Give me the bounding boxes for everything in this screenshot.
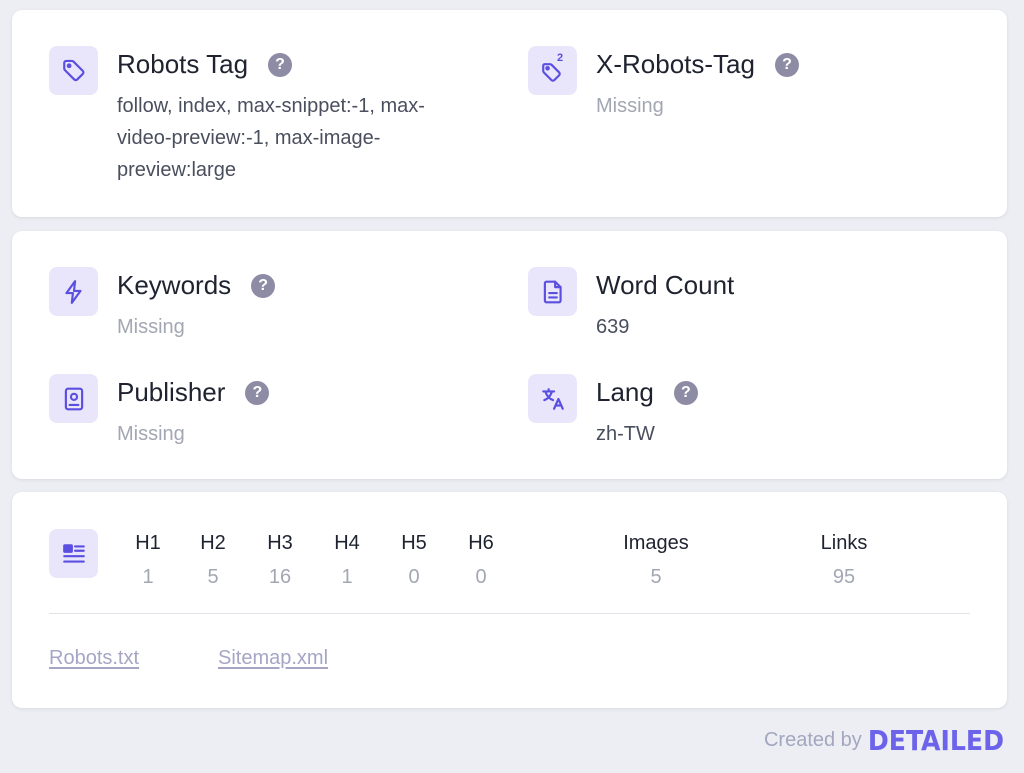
keywords-title: Keywords ?	[117, 270, 276, 301]
x-robots-tag-label: X-Robots-Tag	[596, 49, 755, 79]
document-icon	[528, 267, 577, 316]
publisher-label: Publisher	[117, 377, 226, 407]
word-count-title: Word Count	[596, 270, 734, 301]
lang-value: zh-TW	[596, 423, 655, 445]
headings-list-icon	[49, 529, 98, 578]
superscript-badge: 2	[557, 52, 564, 64]
robots-tag-value: follow, index, max-snippet:-1, max-video…	[117, 95, 425, 181]
robots-txt-link[interactable]: Robots.txt	[49, 647, 139, 670]
brand-logo[interactable]: DETAILED	[868, 724, 1004, 757]
help-icon[interactable]: ?	[673, 380, 698, 405]
tag-icon	[49, 46, 98, 95]
tag-superscript-icon: 2	[528, 46, 577, 95]
robots-tag-label: Robots Tag	[117, 49, 249, 79]
headings-card: H1 1 H2 5 H3 16 H4 1 H5 0 H6 0 Images 5 …	[12, 492, 1007, 708]
x-robots-tag-value: Missing	[596, 95, 664, 117]
stat-label: Links	[820, 532, 868, 554]
help-icon[interactable]: ?	[774, 52, 799, 77]
publisher-value: Missing	[117, 423, 185, 445]
translate-icon	[528, 374, 577, 423]
stat-value: 0	[475, 566, 487, 588]
keywords-value: Missing	[117, 316, 185, 338]
stat-label: Images	[623, 532, 689, 554]
lang-title: Lang ?	[596, 377, 698, 408]
keywords-label: Keywords	[117, 270, 232, 300]
help-icon[interactable]: ?	[245, 380, 270, 405]
sitemap-xml-link[interactable]: Sitemap.xml	[218, 647, 328, 670]
divider	[49, 613, 970, 614]
help-icon[interactable]: ?	[268, 52, 293, 77]
help-icon[interactable]: ?	[251, 273, 276, 298]
word-count-value: 639	[596, 316, 630, 338]
footer-credit: Created by DETAILED	[764, 724, 1004, 757]
contact-card-icon	[49, 374, 98, 423]
stat-images: Images 5	[606, 532, 706, 589]
created-by-text: Created by	[763, 729, 862, 751]
stat-label: H6	[468, 532, 494, 554]
bolt-icon	[49, 267, 98, 316]
publisher-title: Publisher ?	[117, 377, 270, 408]
stat-value: 95	[832, 566, 856, 588]
robots-tag-title: Robots Tag ?	[117, 49, 293, 80]
x-robots-tag-title: X-Robots-Tag ?	[596, 49, 799, 80]
robots-card: Robots Tag ? follow, index, max-snippet:…	[12, 10, 1007, 217]
word-count-label: Word Count	[596, 270, 735, 300]
stat-value: 5	[650, 566, 662, 588]
stat-links: Links 95	[794, 532, 894, 589]
stat-h6: H6 0	[441, 532, 521, 589]
lang-label: Lang	[596, 377, 654, 407]
meta-card: Keywords ? Missing Word Count 639 Publis…	[12, 231, 1007, 479]
